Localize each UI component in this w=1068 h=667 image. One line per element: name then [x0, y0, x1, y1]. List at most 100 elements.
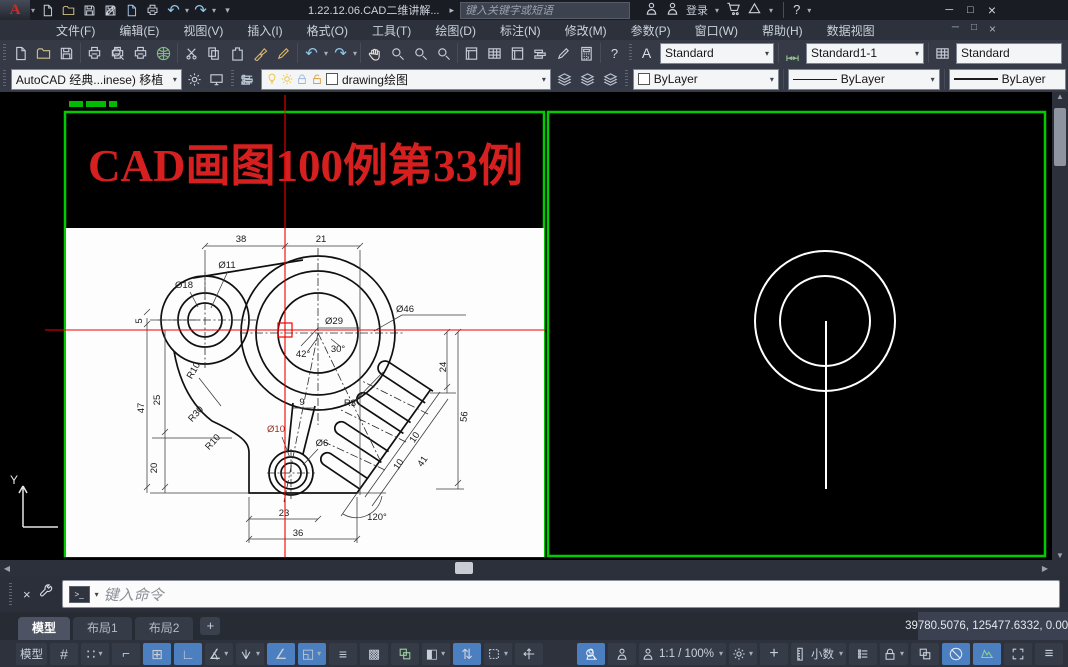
status-customization-button[interactable]: ≡	[1035, 642, 1063, 665]
menu-item-M[interactable]: 修改(M)	[553, 20, 619, 41]
status-model-space-toggle-button[interactable]: 模型	[16, 642, 47, 665]
status-osnap-3d-button[interactable]: ◧ ▾	[422, 642, 450, 665]
status-annotation-visibility-button[interactable]	[576, 642, 605, 665]
help-button[interactable]: ?	[793, 3, 800, 17]
toolbar-grip[interactable]	[624, 70, 628, 88]
workspace-settings-button[interactable]	[184, 69, 206, 89]
help-button[interactable]: ?	[603, 43, 626, 63]
design-center-button[interactable]	[483, 43, 506, 63]
qat-save-as-button[interactable]	[100, 0, 121, 20]
linetype-combo[interactable]: ByLayer ▾	[787, 68, 940, 90]
menu-item-V[interactable]: 视图(V)	[171, 20, 235, 41]
tab-布局2[interactable]: 布局2	[134, 616, 194, 640]
workspace-combo[interactable]: AutoCAD 经典...inese) 移植 ▾	[10, 68, 182, 90]
text-style-combo[interactable]: Standard ▾	[660, 42, 775, 64]
status-isometric-drafting-dropdown-icon[interactable]: ▾	[256, 649, 260, 658]
table-style-combo[interactable]: Standard	[956, 42, 1063, 64]
menu-item-W[interactable]: 窗口(W)	[683, 20, 750, 41]
lineweight-combo[interactable]: ByLayer	[948, 68, 1066, 90]
status-workspace-switching-dropdown-icon[interactable]: ▾	[749, 649, 753, 658]
app-menu-chevron-icon[interactable]: ▾	[31, 6, 35, 15]
properties-button[interactable]	[460, 43, 483, 63]
command-input[interactable]: >_ ▾ 键入命令	[61, 580, 1060, 608]
layer-properties-manager-button[interactable]	[237, 69, 259, 89]
markup-button[interactable]	[552, 43, 575, 63]
status-polar-tracking-dropdown-icon[interactable]: ▾	[224, 649, 228, 658]
status-gizmo-button[interactable]	[515, 642, 543, 665]
toolbar-grip[interactable]	[629, 44, 633, 62]
qat-new-file-button[interactable]	[37, 0, 58, 20]
status-lock-ui-button[interactable]: ▾	[880, 642, 908, 665]
undo-dropdown-icon[interactable]: ▾	[324, 49, 328, 58]
qat-qat-more-button[interactable]: ▾	[217, 0, 238, 20]
pan-button[interactable]	[363, 43, 386, 63]
exchange-apps-button[interactable]	[644, 1, 659, 19]
status-infer-constraints-button[interactable]: ⌐	[112, 642, 140, 665]
qat-import-button[interactable]	[121, 0, 142, 20]
toolbar-grip[interactable]	[3, 44, 6, 62]
qat-undo-button[interactable]: ↶	[163, 0, 184, 20]
doc-minimize-button[interactable]: ─	[952, 22, 959, 36]
open-file-button[interactable]	[32, 43, 55, 63]
layer-combo[interactable]: drawing绘图 ▾	[260, 68, 551, 90]
scroll-right-icon[interactable]: ▶	[1038, 564, 1052, 573]
menu-item-P[interactable]: 参数(P)	[619, 20, 683, 41]
qat-print-button[interactable]	[142, 0, 163, 20]
status-annotation-scale-dropdown-icon[interactable]: ▾	[719, 649, 723, 658]
redo-dropdown-icon[interactable]: ▾	[353, 49, 357, 58]
status-dynamic-input-button[interactable]: ⊞	[143, 642, 171, 665]
help-search-input[interactable]: 键入关键字或短语	[460, 1, 631, 19]
menu-item-O[interactable]: 格式(O)	[295, 20, 360, 41]
status-graphics-performance-button[interactable]	[942, 642, 970, 665]
status-lineweight-display-button[interactable]: ≡	[329, 642, 357, 665]
paste-button[interactable]	[226, 43, 249, 63]
new-file-button[interactable]	[9, 43, 32, 63]
plot-button[interactable]	[83, 43, 106, 63]
status-isolate-objects-button[interactable]	[911, 642, 939, 665]
qat-redo-button[interactable]: ↷	[190, 0, 211, 20]
wrench-icon[interactable]	[39, 584, 54, 604]
tab-模型[interactable]: 模型	[18, 616, 71, 640]
coordinates-readout[interactable]: 39780.5076, 125477.6332, 0.0000	[905, 612, 1068, 640]
cut-button[interactable]	[180, 43, 203, 63]
scroll-left-icon[interactable]: ◀	[0, 564, 14, 573]
status-quick-properties-button[interactable]	[849, 642, 877, 665]
menu-item-D[interactable]: 绘图(D)	[423, 20, 488, 41]
status-grid-display-button[interactable]: #	[50, 642, 78, 665]
menu-item-E[interactable]: 编辑(E)	[107, 20, 171, 41]
doc-restore-button[interactable]: □	[971, 22, 977, 36]
status-ortho-mode-button[interactable]: ∟	[174, 642, 202, 665]
status-autoscale-button[interactable]	[607, 642, 636, 665]
status-polar-tracking-button[interactable]: ∡ ▾	[205, 642, 233, 665]
status-annotation-monitor-button[interactable]: +	[759, 642, 788, 665]
save-button[interactable]	[55, 43, 78, 63]
plot-preview-button[interactable]	[106, 43, 129, 63]
layer-states-button[interactable]	[599, 69, 622, 89]
status-object-snap-button[interactable]: ◱ ▾	[298, 642, 326, 665]
menu-item-F[interactable]: 文件(F)	[44, 20, 107, 41]
undo-button[interactable]: ↶	[300, 43, 323, 63]
add-layout-button[interactable]: +	[200, 616, 221, 635]
status-selection-cycling-button[interactable]	[391, 642, 419, 665]
sign-in-button[interactable]	[665, 1, 680, 19]
status-snap-mode-dropdown-icon[interactable]: ▾	[98, 649, 102, 658]
a360-dropdown-icon[interactable]: ▾	[769, 6, 773, 15]
status-isometric-drafting-button[interactable]: ▾	[236, 642, 264, 665]
block-editor-button[interactable]	[272, 43, 295, 63]
publish-button[interactable]	[129, 43, 152, 63]
menu-item-[interactable]: 数据视图	[815, 20, 887, 41]
menu-item-T[interactable]: 工具(T)	[360, 20, 423, 41]
layer-previous-button[interactable]	[576, 69, 599, 89]
qat-undo-dropdown-icon[interactable]: ▾	[185, 6, 189, 15]
zoom-realtime-button[interactable]	[386, 43, 409, 63]
sign-in-dropdown-icon[interactable]: ▾	[715, 6, 719, 15]
scroll-down-icon[interactable]: ▼	[1053, 551, 1067, 560]
quick-calc-button[interactable]	[575, 43, 598, 63]
command-grip[interactable]	[9, 583, 12, 605]
qat-open-file-button[interactable]	[58, 0, 79, 20]
command-close-button[interactable]: ×	[23, 587, 31, 602]
title-nav-arrow-icon[interactable]: ▸	[450, 5, 455, 16]
workspace-save-button[interactable]	[206, 69, 228, 89]
status-object-snap-dropdown-icon[interactable]: ▾	[317, 649, 321, 658]
a360-button[interactable]	[747, 1, 762, 19]
